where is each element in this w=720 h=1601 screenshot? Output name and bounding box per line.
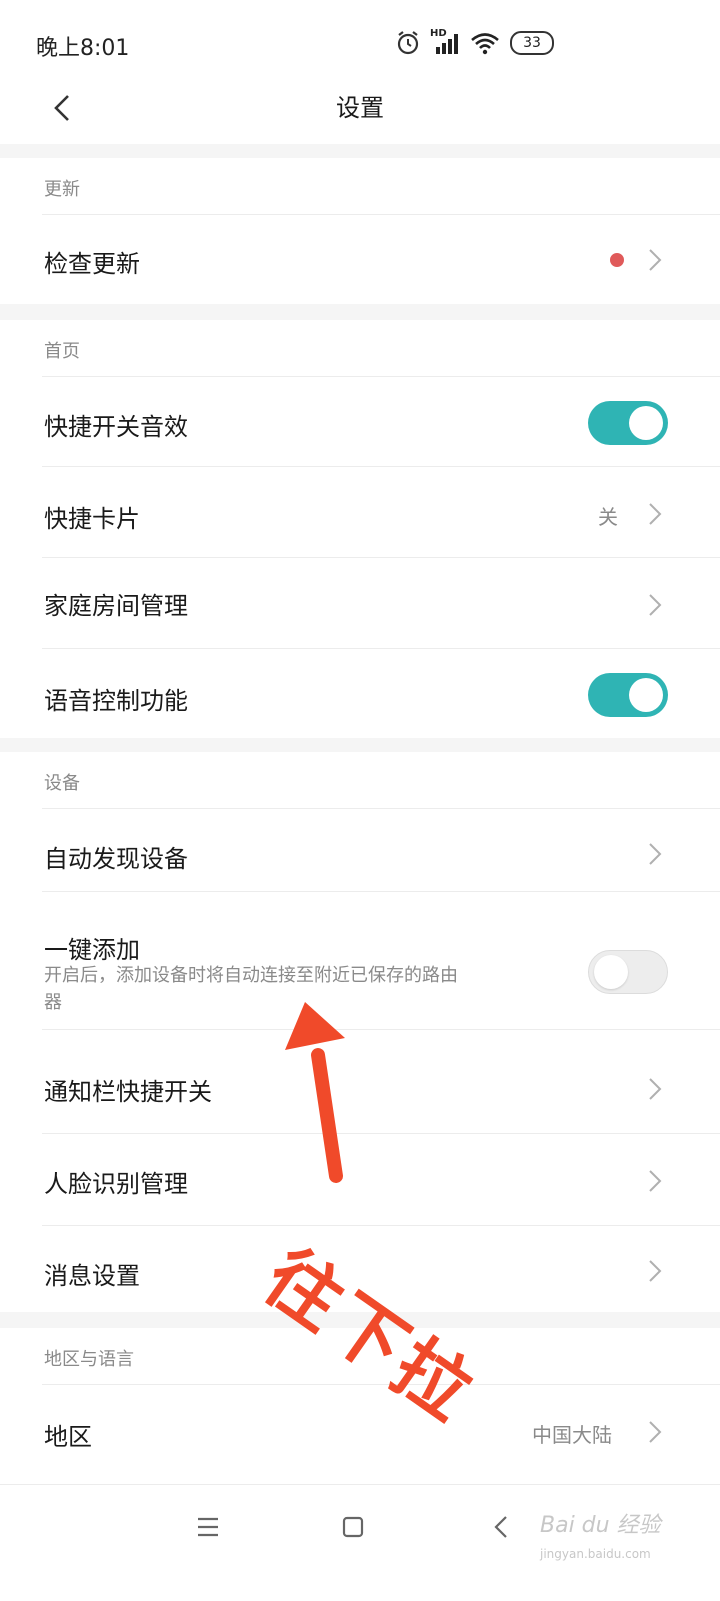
back-icon[interactable] <box>492 1514 512 1540</box>
home-room-row[interactable]: 家庭房间管理 <box>42 557 720 648</box>
quick-switch-sound-toggle[interactable] <box>588 401 668 445</box>
voice-control-toggle[interactable] <box>588 673 668 717</box>
row-label: 消息设置 <box>44 1262 140 1290</box>
face-recognition-row[interactable]: 人脸识别管理 <box>42 1133 720 1225</box>
menu-icon[interactable] <box>196 1516 220 1538</box>
section-header: 首页 <box>0 320 720 376</box>
section-title: 更新 <box>44 179 80 200</box>
header: 设置 <box>0 84 720 144</box>
chevron-right-icon <box>649 503 662 525</box>
wifi-icon <box>471 33 499 55</box>
chevron-right-icon <box>649 1078 662 1100</box>
row-label: 通知栏快捷开关 <box>44 1078 212 1106</box>
check-update-row[interactable]: 检查更新 <box>42 214 720 304</box>
chevron-right-icon <box>649 249 662 271</box>
home-icon[interactable] <box>341 1515 365 1539</box>
signal-icon: HD <box>430 28 460 56</box>
one-key-add-toggle[interactable] <box>588 950 668 994</box>
battery-level: 33 <box>523 35 541 51</box>
auto-discover-row[interactable]: 自动发现设备 <box>42 808 720 891</box>
notification-shortcut-row[interactable]: 通知栏快捷开关 <box>42 1029 720 1133</box>
chevron-right-icon <box>649 594 662 616</box>
chevron-right-icon <box>649 1170 662 1192</box>
page-title: 设置 <box>336 94 384 122</box>
watermark-brand: Bai du 经验 <box>540 1513 661 1538</box>
row-label: 快捷卡片 <box>44 505 140 533</box>
chevron-right-icon <box>649 843 662 865</box>
section-header: 设备 <box>0 752 720 808</box>
notification-dot <box>610 253 624 267</box>
row-label: 快捷开关音效 <box>44 413 188 441</box>
navigation-bar: Bai du 经验 jingyan.baidu.com <box>0 1484 720 1601</box>
section-title: 首页 <box>44 341 80 362</box>
voice-control-row: 语音控制功能 <box>42 648 720 741</box>
row-label: 人脸识别管理 <box>44 1170 188 1198</box>
section-device: 设备 自动发现设备 一键添加 开启后，添加设备时将自动连接至附近已保存的路由器 … <box>0 752 720 1312</box>
row-label: 语音控制功能 <box>44 687 188 715</box>
watermark-url: jingyan.baidu.com <box>540 1547 651 1561</box>
row-label: 家庭房间管理 <box>44 592 188 620</box>
section-update: 更新 检查更新 <box>0 158 720 304</box>
quick-switch-sound-row: 快捷开关音效 <box>42 376 720 466</box>
quick-card-value: 关 <box>598 505 618 529</box>
status-icons: HD 33 <box>396 28 554 58</box>
alarm-icon <box>397 31 419 55</box>
toggle-knob <box>594 955 628 989</box>
row-label: 检查更新 <box>44 250 140 278</box>
row-description: 开启后，添加设备时将自动连接至附近已保存的路由器 <box>44 965 458 1013</box>
region-value: 中国大陆 <box>532 1423 612 1447</box>
row-label: 一键添加 <box>44 936 140 964</box>
row-label: 地区 <box>44 1423 92 1451</box>
status-bar: 晚上8:01 HD 33 <box>0 0 720 84</box>
status-time: 晚上8:01 <box>36 36 130 61</box>
toggle-knob <box>629 406 663 440</box>
battery-icon: 33 <box>510 31 554 55</box>
section-title: 地区与语言 <box>44 1349 134 1370</box>
toggle-knob <box>629 678 663 712</box>
one-key-add-row: 一键添加 开启后，添加设备时将自动连接至附近已保存的路由器 <box>42 891 720 1029</box>
row-label: 自动发现设备 <box>44 845 188 873</box>
section-title: 设备 <box>44 773 80 794</box>
watermark: Bai du 经验 jingyan.baidu.com <box>540 1507 670 1577</box>
chevron-right-icon <box>649 1260 662 1282</box>
quick-card-row[interactable]: 快捷卡片 关 <box>42 466 720 557</box>
section-home: 首页 快捷开关音效 快捷卡片 关 家庭房间管理 语音控制功能 <box>0 320 720 738</box>
section-header: 更新 <box>0 158 720 214</box>
chevron-right-icon <box>649 1421 662 1443</box>
